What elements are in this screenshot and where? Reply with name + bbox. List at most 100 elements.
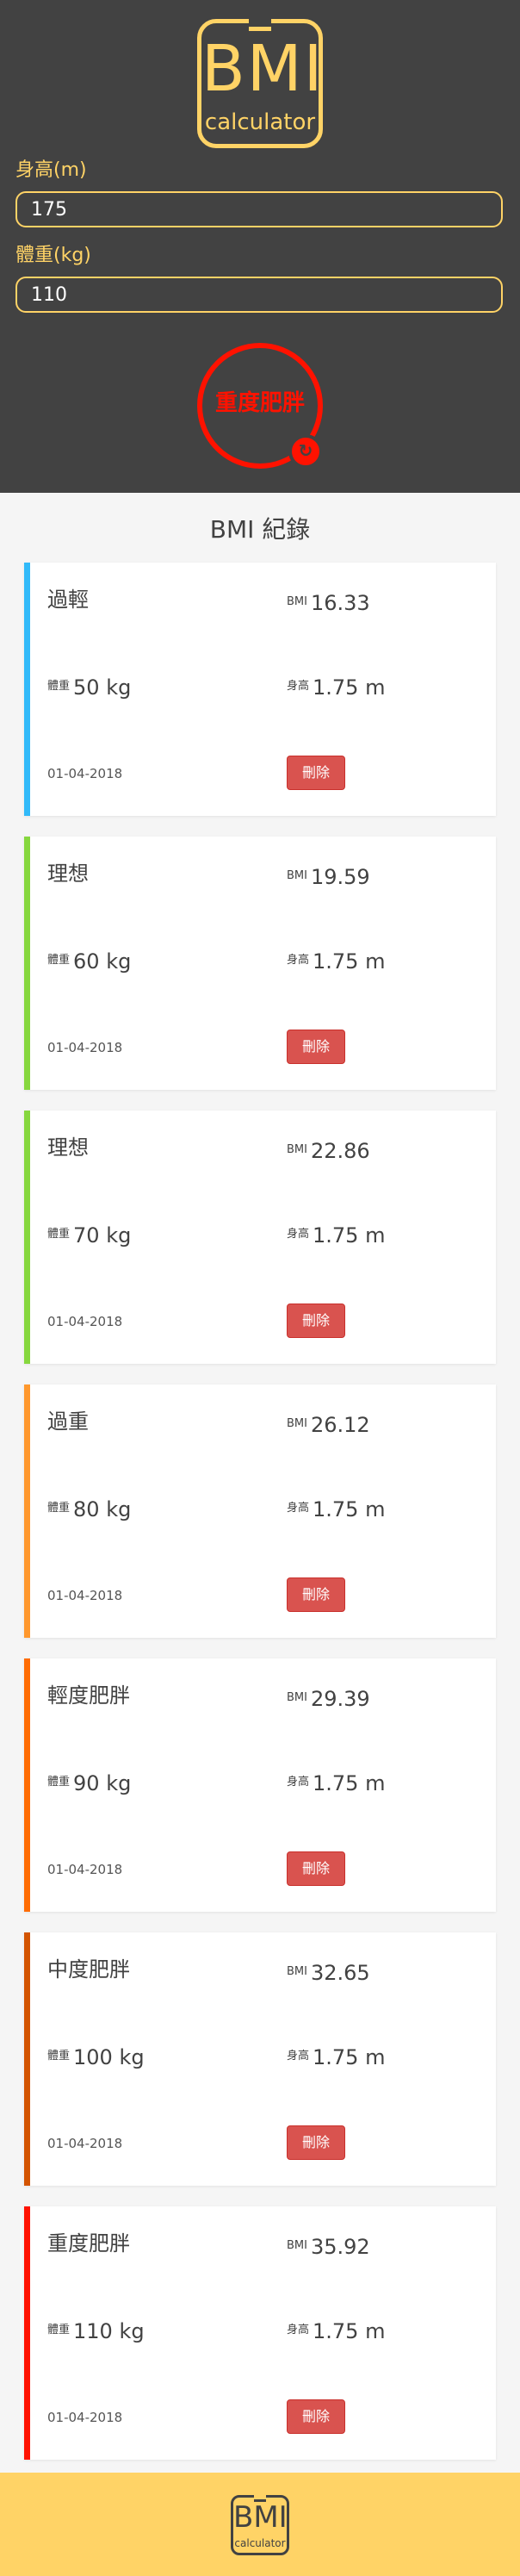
record-bmi: BMI 16.33 bbox=[287, 588, 370, 618]
record-weight-value: 50 bbox=[73, 675, 100, 700]
delete-button[interactable]: 刪除 bbox=[287, 1577, 345, 1612]
record-weight-label: 體重 bbox=[47, 680, 71, 693]
record-height-label: 身高 bbox=[287, 1776, 310, 1789]
record-height: 身高 1.75 m bbox=[287, 2042, 385, 2072]
result-button[interactable]: 重度肥胖 ↻ bbox=[197, 343, 323, 469]
header: BMI calculator 身高(m) 體重(kg) 重度肥胖 ↻ bbox=[0, 0, 520, 493]
record-status: 輕度肥胖 bbox=[47, 1683, 130, 1708]
record-status: 理想 bbox=[47, 862, 89, 886]
delete-button[interactable]: 刪除 bbox=[287, 1851, 345, 1886]
record-height-value: 1.75 bbox=[313, 949, 359, 974]
record-height-value: 1.75 bbox=[313, 2045, 359, 2069]
record-weight-value: 60 bbox=[73, 949, 100, 974]
record-bmi-value: 16.33 bbox=[310, 591, 370, 615]
record-status: 過重 bbox=[47, 1409, 89, 1434]
record-weight-unit: kg bbox=[119, 2045, 145, 2069]
record-weight-label: 體重 bbox=[47, 2050, 71, 2063]
record-card: 過重 BMI 26.12 體重 80 kg 身高 1.75 m 01-04-2018 刪除 bbox=[24, 1384, 496, 1638]
record-height: 身高 1.75 m bbox=[287, 946, 385, 976]
record-height-value: 1.75 bbox=[313, 2319, 359, 2343]
record-height-value: 1.75 bbox=[313, 1497, 359, 1521]
record-height-label: 身高 bbox=[287, 2324, 310, 2336]
record-weight: 體重 80 kg bbox=[47, 1494, 131, 1524]
record-status: 中度肥胖 bbox=[47, 1957, 130, 1982]
delete-button[interactable]: 刪除 bbox=[287, 2125, 345, 2160]
record-weight-label: 體重 bbox=[47, 1228, 71, 1241]
record-weight: 體重 100 kg bbox=[47, 2042, 145, 2072]
delete-button[interactable]: 刪除 bbox=[287, 2399, 345, 2434]
height-label: 身高(m) bbox=[15, 159, 87, 181]
footer-logo-subtitle: calculator bbox=[234, 2537, 286, 2549]
record-height-unit: m bbox=[365, 2319, 386, 2343]
record-height: 身高 1.75 m bbox=[287, 1220, 385, 1250]
record-bmi: BMI 19.59 bbox=[287, 862, 370, 892]
record-bmi-value: 22.86 bbox=[310, 1139, 370, 1163]
record-bmi-label: BMI bbox=[287, 2239, 307, 2252]
record-date: 01-04-2018 bbox=[47, 1588, 123, 1603]
record-bmi-label: BMI bbox=[287, 1417, 307, 1430]
record-bmi: BMI 26.12 bbox=[287, 1409, 370, 1440]
record-weight: 體重 90 kg bbox=[47, 1768, 131, 1798]
record-weight-unit: kg bbox=[106, 675, 132, 700]
record-bmi: BMI 22.86 bbox=[287, 1136, 370, 1166]
record-height-unit: m bbox=[365, 1771, 386, 1795]
record-height-value: 1.75 bbox=[313, 1771, 359, 1795]
logo-subtitle: calculator bbox=[204, 109, 316, 135]
record-height: 身高 1.75 m bbox=[287, 1768, 385, 1798]
record-weight-label: 體重 bbox=[47, 2324, 71, 2336]
record-status: 重度肥胖 bbox=[47, 2231, 130, 2256]
record-bmi-value: 29.39 bbox=[310, 1687, 370, 1711]
delete-button[interactable]: 刪除 bbox=[287, 1304, 345, 1338]
record-date: 01-04-2018 bbox=[47, 1040, 123, 1055]
record-date: 01-04-2018 bbox=[47, 1314, 123, 1329]
delete-button[interactable]: 刪除 bbox=[287, 1030, 345, 1064]
record-date: 01-04-2018 bbox=[47, 1862, 123, 1877]
record-height-unit: m bbox=[365, 949, 386, 974]
weight-label: 體重(kg) bbox=[15, 245, 91, 266]
record-bmi-label: BMI bbox=[287, 1143, 307, 1156]
height-input[interactable] bbox=[15, 191, 503, 227]
record-card: 過輕 BMI 16.33 體重 50 kg 身高 1.75 m 01-04-2018 刪除 bbox=[24, 563, 496, 816]
record-height-label: 身高 bbox=[287, 1502, 310, 1515]
record-status: 理想 bbox=[47, 1136, 89, 1160]
record-bmi: BMI 35.92 bbox=[287, 2231, 370, 2262]
record-bmi-label: BMI bbox=[287, 869, 307, 882]
record-weight-value: 80 bbox=[73, 1497, 100, 1521]
record-card: 理想 BMI 19.59 體重 60 kg 身高 1.75 m 01-04-2018 刪除 bbox=[24, 837, 496, 1090]
record-bmi-label: BMI bbox=[287, 595, 307, 608]
record-date: 01-04-2018 bbox=[47, 766, 123, 781]
record-height-value: 1.75 bbox=[313, 675, 359, 700]
record-bmi: BMI 29.39 bbox=[287, 1683, 370, 1714]
record-weight: 體重 50 kg bbox=[47, 672, 131, 702]
logo-notch bbox=[249, 19, 271, 31]
record-height-unit: m bbox=[365, 2045, 386, 2069]
record-bmi-label: BMI bbox=[287, 1691, 307, 1704]
footer: BMI calculator bbox=[0, 2473, 520, 2576]
record-date: 01-04-2018 bbox=[47, 2410, 123, 2425]
record-weight-unit: kg bbox=[106, 949, 132, 974]
record-bmi-value: 32.65 bbox=[310, 1961, 370, 1985]
record-weight-unit: kg bbox=[119, 2319, 145, 2343]
record-bmi-value: 26.12 bbox=[310, 1413, 370, 1437]
weight-input[interactable] bbox=[15, 277, 503, 313]
record-weight-label: 體重 bbox=[47, 1502, 71, 1515]
records-title: BMI 紀錄 bbox=[209, 515, 311, 544]
record-card: 中度肥胖 BMI 32.65 體重 100 kg 身高 1.75 m 01-04-2018 刪除 bbox=[24, 1932, 496, 2186]
record-bmi-value: 19.59 bbox=[310, 865, 370, 889]
result-status: 重度肥胖 bbox=[214, 390, 305, 416]
record-date: 01-04-2018 bbox=[47, 2136, 123, 2151]
record-height-unit: m bbox=[365, 1223, 386, 1248]
record-height: 身高 1.75 m bbox=[287, 672, 385, 702]
refresh-icon[interactable]: ↻ bbox=[288, 434, 323, 469]
record-weight-value: 70 bbox=[73, 1223, 100, 1248]
logo-title: BMI bbox=[201, 32, 325, 106]
record-weight: 體重 110 kg bbox=[47, 2316, 145, 2346]
record-card: 輕度肥胖 BMI 29.39 體重 90 kg 身高 1.75 m 01-04-2018 刪除 bbox=[24, 1658, 496, 1912]
delete-button[interactable]: 刪除 bbox=[287, 756, 345, 790]
record-weight-unit: kg bbox=[106, 1771, 132, 1795]
footer-logo: BMI calculator bbox=[231, 2495, 289, 2555]
record-card: 重度肥胖 BMI 35.92 體重 110 kg 身高 1.75 m 01-04-2018 刪除 bbox=[24, 2206, 496, 2460]
record-weight-label: 體重 bbox=[47, 954, 71, 967]
record-status: 過輕 bbox=[47, 588, 89, 612]
record-bmi-label: BMI bbox=[287, 1965, 307, 1978]
